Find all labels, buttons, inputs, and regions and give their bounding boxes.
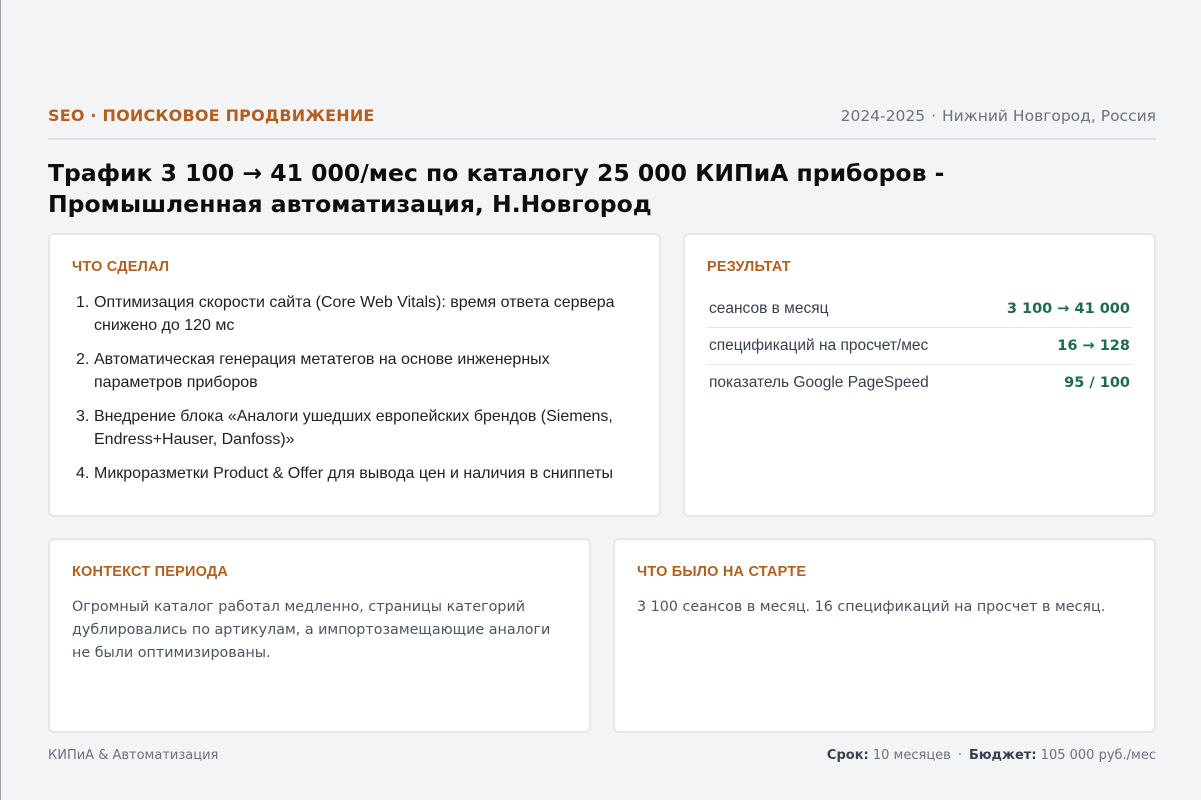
start-text: 3 100 сеансов в месяц. 16 спецификаций н… bbox=[637, 599, 1106, 615]
footer-separator: · bbox=[957, 748, 962, 763]
card-result: РЕЗУЛЬТАТ сеансов в месяц 3 100 → 41 000… bbox=[683, 233, 1156, 517]
card-what-done: ЧТО СДЕЛАЛ Оптимизация скорости сайта (C… bbox=[48, 233, 661, 517]
list-item: Внедрение блока «Аналоги ушедших европей… bbox=[76, 405, 613, 448]
category-label: SEO · ПОИСКОВОЕ ПРОДВИЖЕНИЕ bbox=[48, 106, 375, 125]
page-header: SEO · ПОИСКОВОЕ ПРОДВИЖЕНИЕ 2024-2025 · Ни… bbox=[48, 106, 1156, 140]
list-item: Автоматическая генерация метатегов на ос… bbox=[76, 348, 550, 391]
metric-label: спецификаций на просчет/мес bbox=[709, 337, 929, 354]
meta-separator: · bbox=[931, 106, 937, 125]
list-item: Оптимизация скорости сайта (Core Web Vit… bbox=[76, 291, 615, 334]
metric-row: спецификаций на просчет/мес 16 → 128 bbox=[707, 328, 1132, 365]
metric-row: сеансов в месяц 3 100 → 41 000 bbox=[707, 291, 1132, 328]
metric-label: сеансов в месяц bbox=[709, 300, 829, 317]
context-text: Огромный каталог работал медленно, стран… bbox=[72, 599, 551, 661]
term-value: 10 месяцев bbox=[872, 748, 951, 763]
page-title: Трафик 3 100 → 41 000/мес по каталогу 25… bbox=[48, 159, 945, 218]
client-name: КИПиА & Автоматизация bbox=[48, 748, 219, 763]
steps-list: Оптимизация скорости сайта (Core Web Vit… bbox=[72, 291, 637, 485]
metric-row: показатель Google PageSpeed 95 / 100 bbox=[707, 365, 1132, 401]
card-start: ЧТО БЫЛО НА СТАРТЕ 3 100 сеансов в месяц… bbox=[613, 538, 1156, 733]
card-title-context: КОНТЕКСТ ПЕРИОДА bbox=[72, 564, 229, 580]
project-location: Нижний Новгород, Россия bbox=[942, 106, 1156, 125]
project-terms: Срок: 10 месяцев · Бюджет: 105 000 руб./ме… bbox=[827, 748, 1156, 763]
project-years: 2024-2025 bbox=[840, 106, 926, 125]
list-item: Микроразметки Product & Offer для вывода… bbox=[76, 462, 614, 485]
card-title-start: ЧТО БЫЛО НА СТАРТЕ bbox=[637, 564, 807, 580]
metric-label: показатель Google PageSpeed bbox=[709, 374, 929, 391]
card-title-result: РЕЗУЛЬТАТ bbox=[707, 259, 791, 275]
project-meta: 2024-2025 · Нижний Новгород, Россия bbox=[841, 107, 1156, 125]
page-footer: КИПиА & Автоматизация Срок: 10 месяцев · Б… bbox=[48, 748, 1156, 763]
metric-value: 95 / 100 bbox=[1064, 375, 1130, 391]
budget-value: 105 000 руб./мес bbox=[1040, 748, 1156, 763]
card-context: КОНТЕКСТ ПЕРИОДА Огромный каталог работа… bbox=[48, 538, 591, 733]
budget-label: Бюджет: bbox=[968, 748, 1037, 763]
metrics-list: сеансов в месяц 3 100 → 41 000 специфика… bbox=[707, 291, 1132, 401]
metric-value: 3 100 → 41 000 bbox=[1006, 301, 1130, 317]
card-title-what-done: ЧТО СДЕЛАЛ bbox=[72, 259, 170, 275]
metric-value: 16 → 128 bbox=[1057, 338, 1130, 354]
term-label: Срок: bbox=[826, 748, 869, 763]
